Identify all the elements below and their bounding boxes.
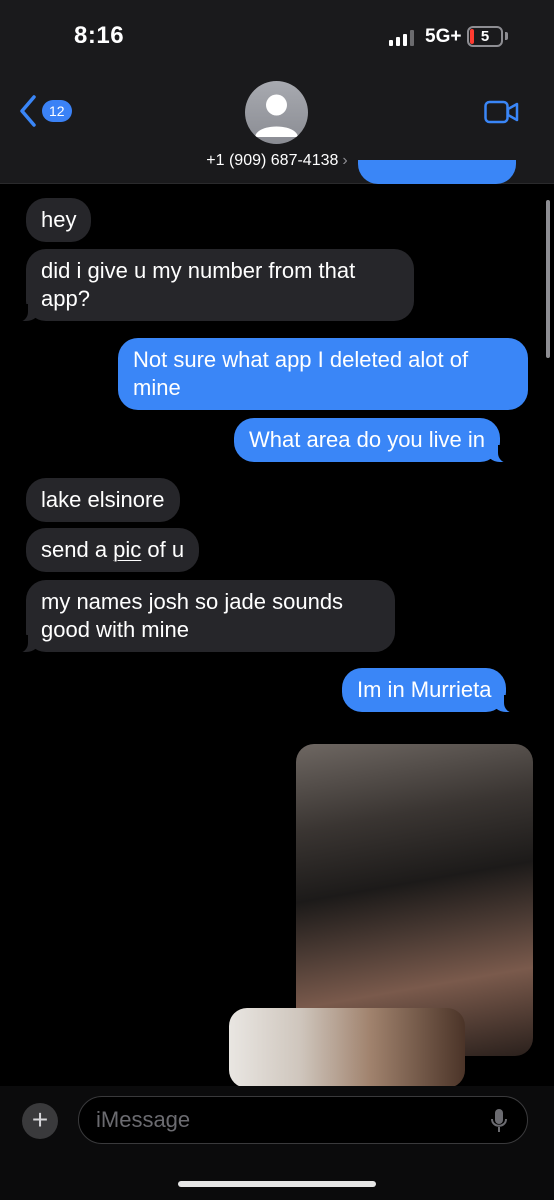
sent-message[interactable]: Im in Murrieta [342, 668, 517, 713]
received-message[interactable]: my names josh so jade sounds good with m… [16, 580, 395, 653]
message-input[interactable] [96, 1105, 476, 1135]
back-button[interactable]: 12 [18, 94, 78, 128]
chevron-right-icon: › [342, 152, 348, 169]
person-silhouette-icon [255, 94, 298, 137]
message-field-container [78, 1096, 528, 1144]
add-attachment-button[interactable]: + [22, 1103, 58, 1139]
message-line: mine [133, 375, 181, 400]
plus-icon: + [31, 1104, 49, 1135]
facetime-video-button[interactable] [484, 100, 520, 129]
network-type: 5G+ [425, 26, 462, 47]
received-message[interactable]: did i give u my number from that app? [16, 249, 414, 322]
status-bar: 8:16 5G+ 5 [0, 0, 554, 72]
unread-count-badge: 12 [42, 100, 72, 122]
cellular-signal-icon [389, 30, 417, 46]
message-line: my names josh so jade sounds [41, 589, 344, 614]
battery-cap [505, 32, 508, 40]
contact-avatar[interactable] [245, 81, 308, 144]
chevron-left-icon [20, 95, 36, 127]
data-detector-link[interactable]: pic [113, 537, 141, 562]
battery-percent: 5 [480, 28, 490, 45]
scroll-indicator[interactable] [546, 200, 550, 358]
sent-message[interactable]: Not sure what app I deleted alot of mine [118, 338, 528, 410]
message-line: did i give u my number from that [41, 258, 356, 283]
previous-sent-bubble [358, 160, 516, 184]
dictation-button[interactable] [490, 1108, 508, 1139]
home-indicator [178, 1181, 376, 1187]
received-message[interactable]: lake elsinore [26, 478, 180, 522]
message-line: app? [41, 286, 90, 311]
sent-photo[interactable] [229, 1008, 465, 1088]
received-message[interactable]: hey [26, 198, 92, 242]
message-line: Not sure what app I deleted alot of [133, 347, 469, 372]
battery-icon: 5 [467, 26, 503, 47]
sent-message[interactable]: What area do you live in [234, 418, 511, 463]
received-message[interactable]: send a pic of u [26, 528, 200, 572]
microphone-icon [491, 1109, 507, 1132]
message-line: good with mine [41, 617, 189, 642]
status-time: 8:16 [74, 22, 125, 49]
contact-number: +1 (909) 687-4138 [206, 152, 339, 169]
video-camera-icon [484, 100, 519, 124]
